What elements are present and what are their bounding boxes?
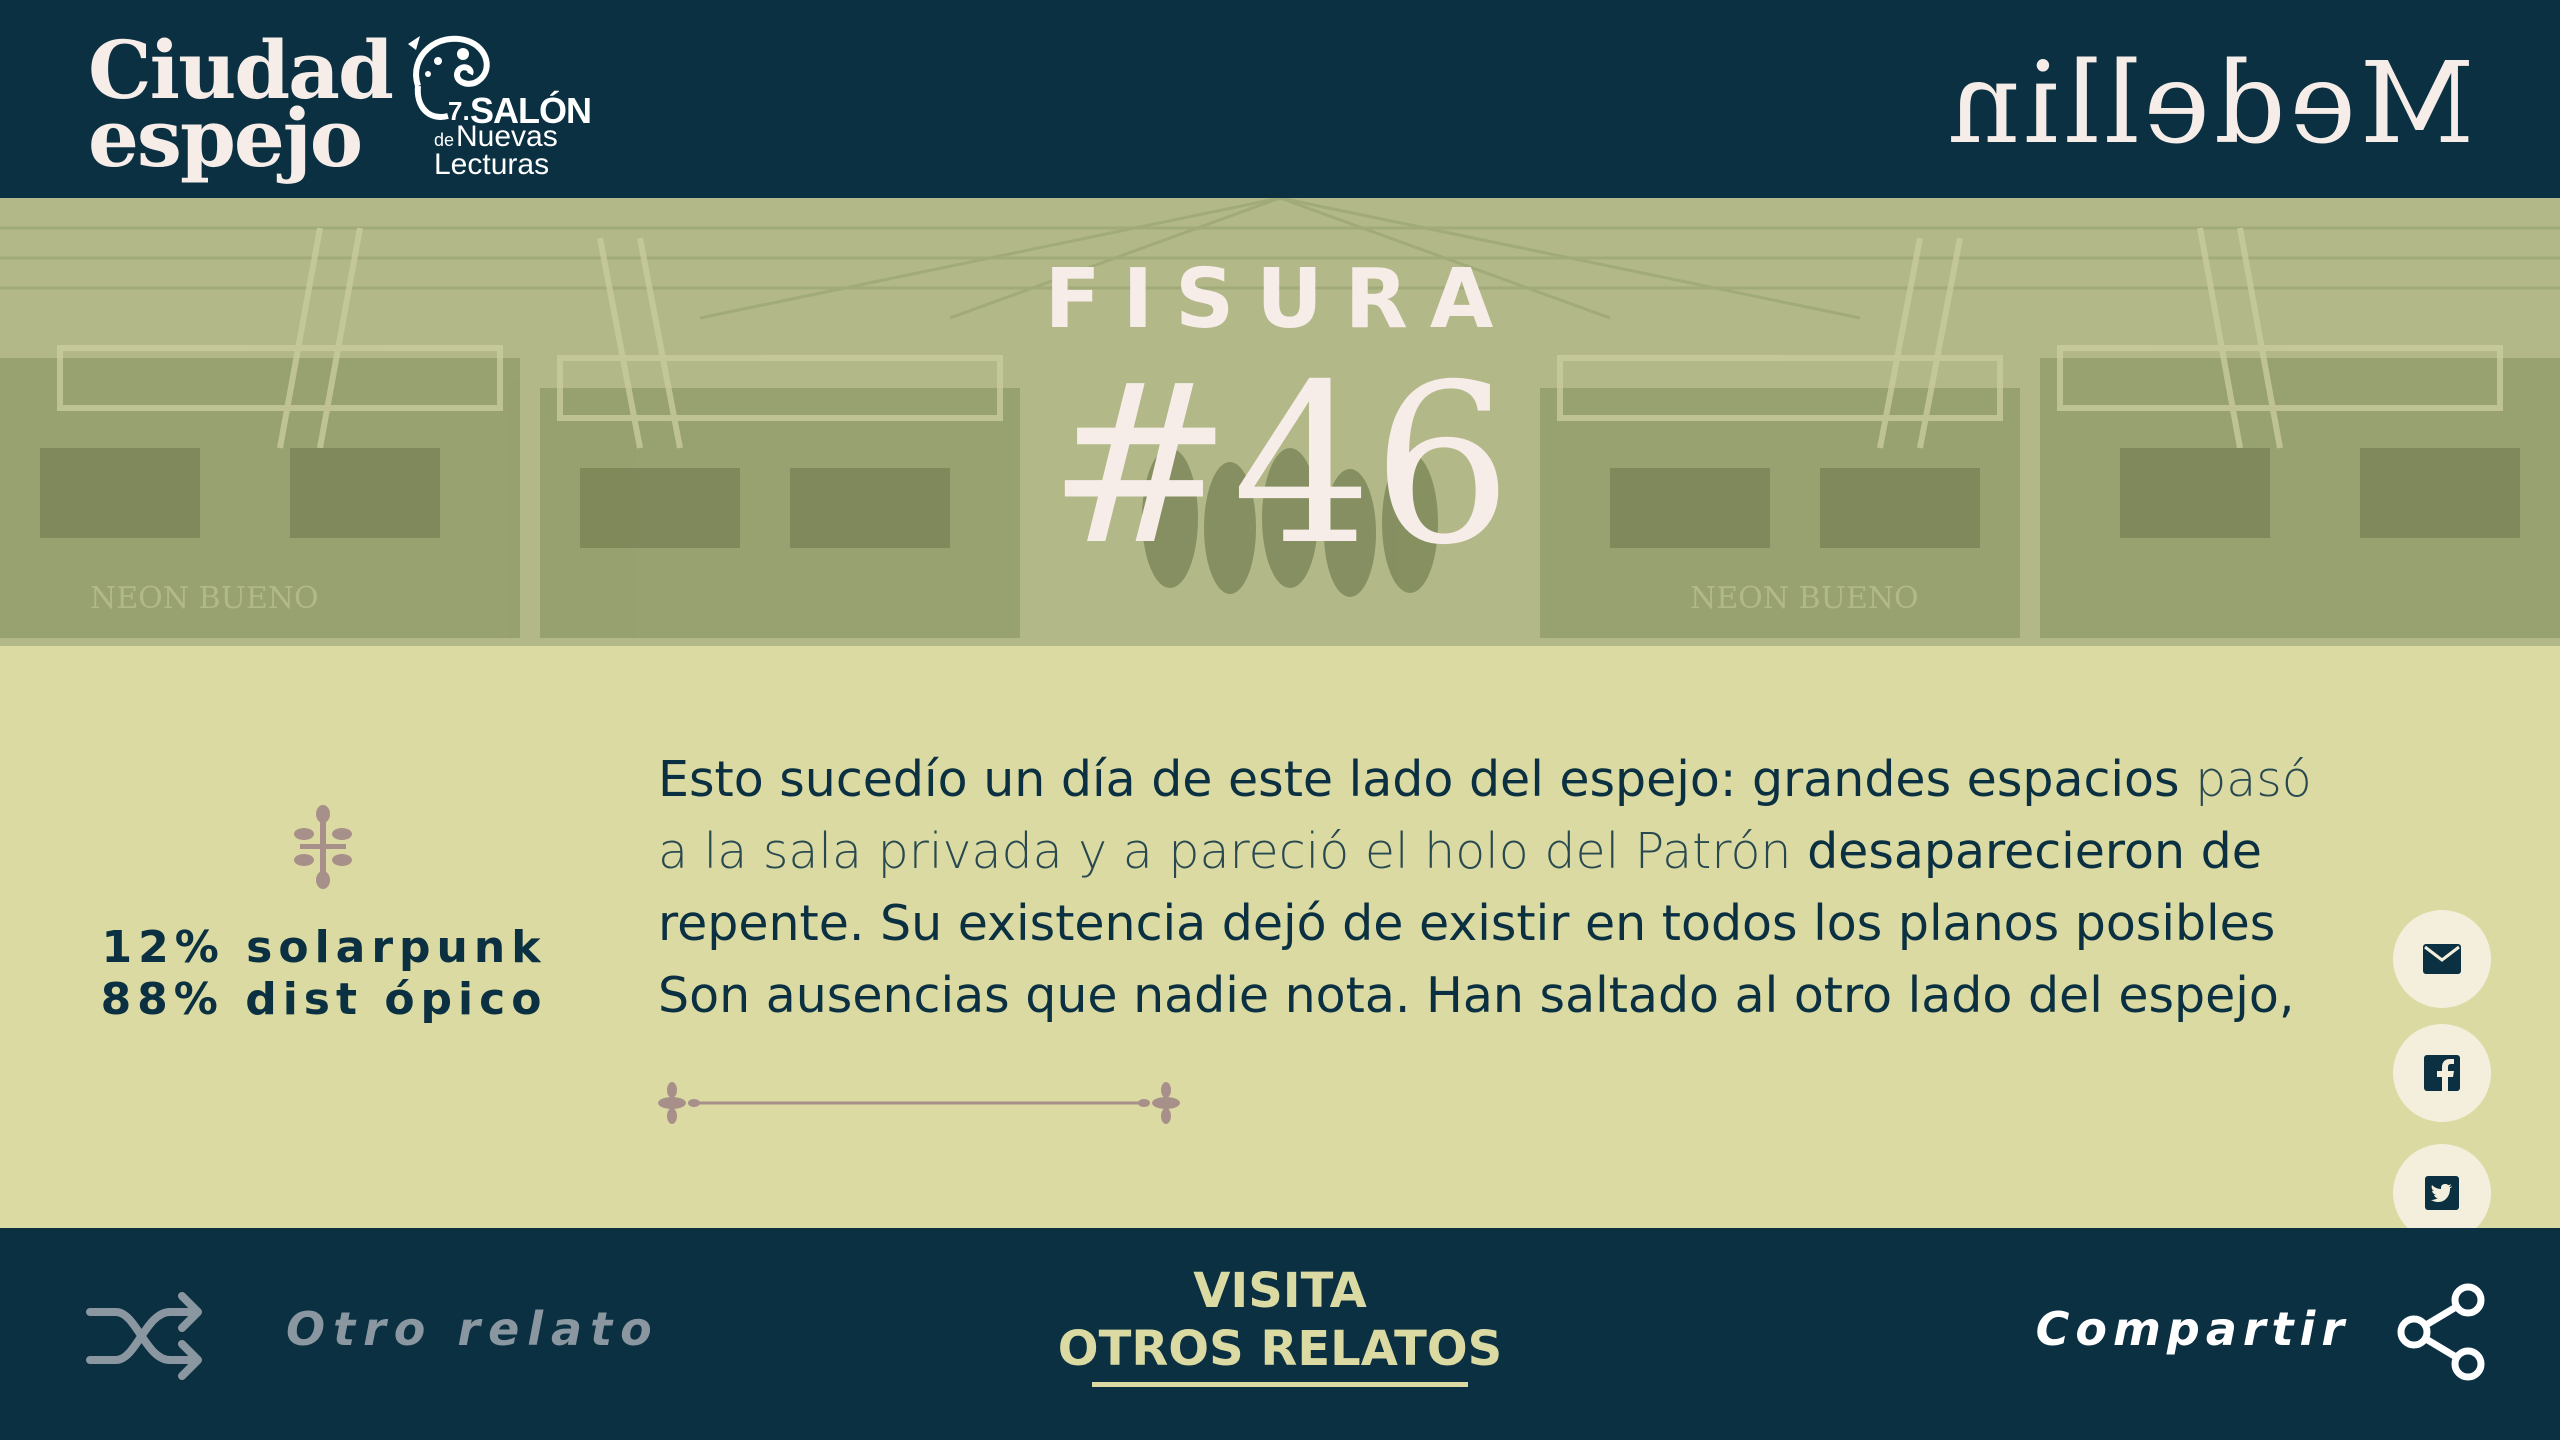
fisura-label: FISURA <box>1044 252 1516 347</box>
ciudad-espejo-logo[interactable]: Ciudad espejo <box>88 26 394 186</box>
story-line: Esto sucedío un día de este lado del esp… <box>658 751 2312 808</box>
story-line: Son ausencias que nadie nota. Han saltad… <box>658 967 2295 1024</box>
genre-percentages: 12% solarpunk 88% dist ópico <box>80 922 568 1026</box>
story-text: Esto sucedío un día de este lado del esp… <box>658 744 2488 1032</box>
story-section: 12% solarpunk 88% dist ópico Esto sucedí… <box>0 646 2560 1242</box>
genre-distopico: 88% dist ópico <box>100 974 548 1025</box>
genre-solarpunk: 12% solarpunk <box>101 922 547 973</box>
share-email-button[interactable] <box>2393 910 2491 1008</box>
salon-nuevas-lecturas-logo[interactable]: 7. SALÓN de Nuevas Lecturas <box>398 26 592 181</box>
visita-underline <box>1092 1382 1468 1387</box>
medellin-logo[interactable]: Medellin <box>1944 39 2504 169</box>
svg-text:NEON BUENO: NEON BUENO <box>1690 581 1919 616</box>
footer: Otro relato VISITA OTROS RELATOS Compart… <box>0 1228 2560 1440</box>
twitter-icon <box>2425 1176 2459 1210</box>
ornament-divider <box>658 1082 1180 1124</box>
header: Ciudad espejo 7. SALÓN de Nuevas Lectura… <box>0 0 2560 198</box>
fisura-number: #46 <box>1047 337 1513 593</box>
mail-icon <box>2423 944 2461 974</box>
hero-banner: NEON BUENO NEON BUENO FISURA #46 <box>0 198 2560 646</box>
svg-text:NEON BUENO: NEON BUENO <box>90 581 319 616</box>
fleuron-icon <box>294 805 352 889</box>
story-line: repente. Su existencia dejó de existir e… <box>658 895 2276 952</box>
share-facebook-button[interactable] <box>2393 1024 2491 1122</box>
story-line: a la sala privada y a pareció el holo de… <box>658 823 2262 880</box>
share-icon[interactable] <box>2396 1282 2488 1382</box>
salon-lecturas: Lecturas <box>434 148 550 181</box>
facebook-icon <box>2424 1055 2460 1091</box>
compartir-label[interactable]: Compartir <box>2036 1302 2350 1356</box>
logo-espejo-text: espejo <box>88 91 363 185</box>
